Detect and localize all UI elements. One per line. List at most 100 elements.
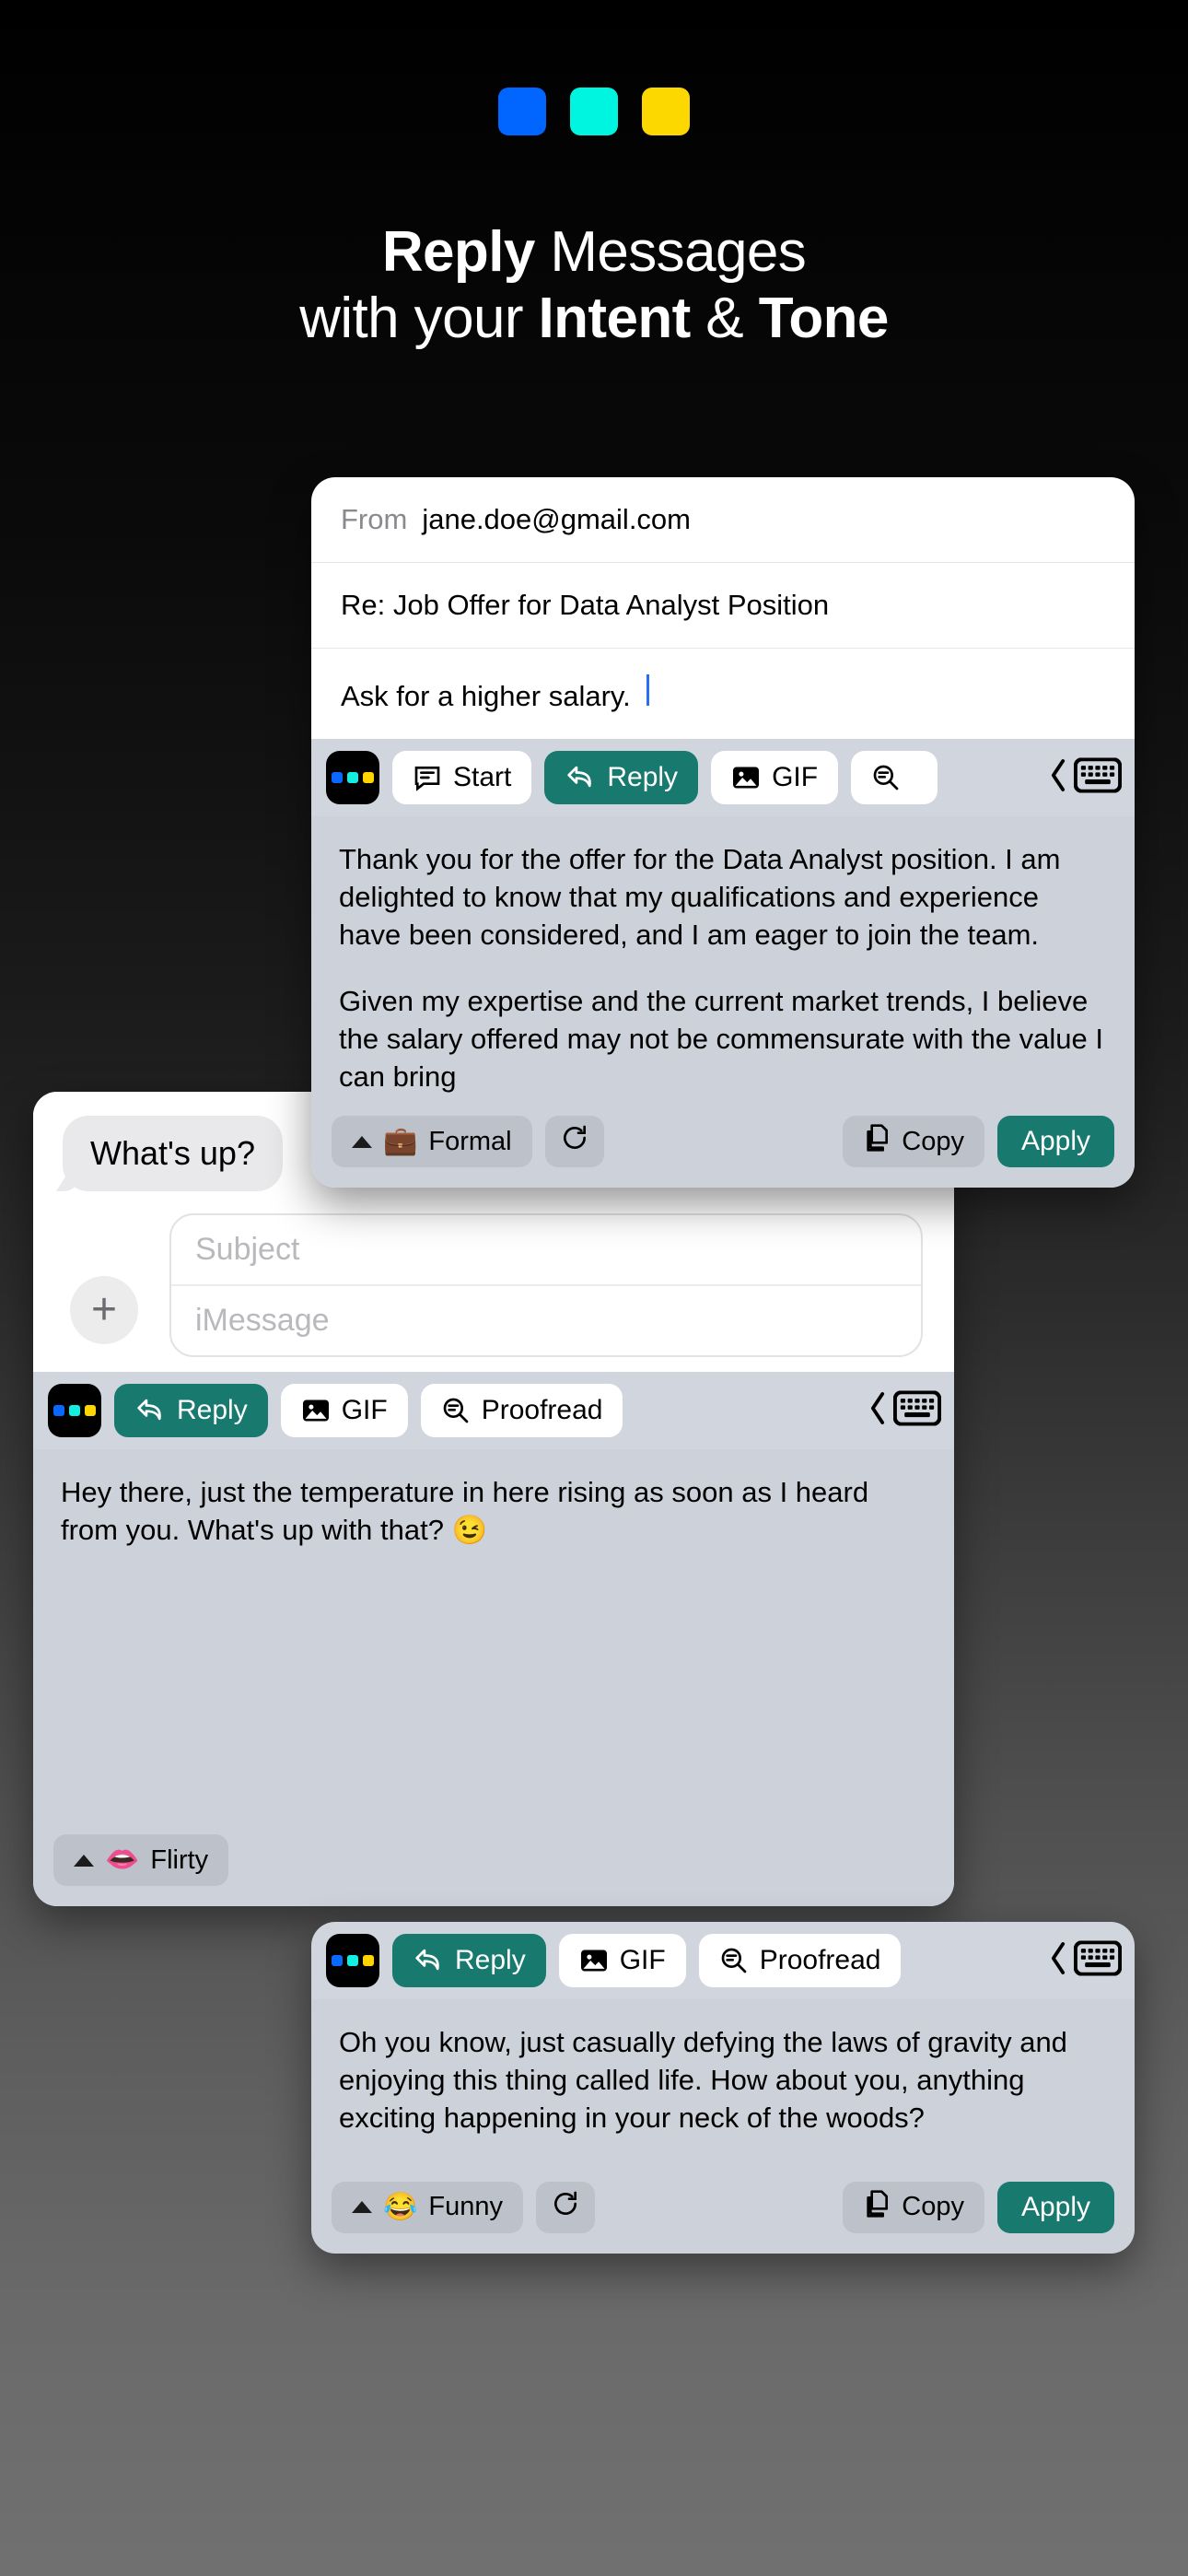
tone-label: Flirty: [150, 1844, 209, 1875]
copy-icon: [863, 2189, 891, 2226]
gif-button-label: GIF: [619, 1945, 666, 1975]
suggestion-action-bar: 💼 Formal Copy Apply: [311, 1103, 1135, 1188]
headline-word-intent: Intent: [538, 286, 692, 350]
reply-arrow-icon: [413, 1947, 444, 1974]
keyboard-icon[interactable]: [1073, 1940, 1123, 1981]
app-badge-icon[interactable]: [326, 1934, 379, 1987]
email-subject-row[interactable]: Re: Job Offer for Data Analyst Position: [311, 563, 1135, 649]
magnifier-text-icon: [441, 1396, 471, 1425]
page-title: Reply Messages with your Intent & Tone: [0, 219, 1188, 352]
chevron-up-icon: [74, 1854, 94, 1867]
reply-button-label: Reply: [455, 1945, 526, 1975]
suggestion-text-container: Hey there, just the temperature in here …: [33, 1449, 954, 1821]
imessage-composer[interactable]: Subject iMessage: [169, 1213, 923, 1357]
tone-emoji-icon: 👄: [105, 1844, 140, 1875]
app-logo: [0, 88, 1188, 135]
image-icon: [731, 765, 761, 790]
reply-button[interactable]: Reply: [114, 1384, 268, 1437]
attachment-add-button[interactable]: +: [70, 1276, 138, 1344]
tone-label: Formal: [428, 1126, 512, 1156]
app-badge-icon[interactable]: [326, 751, 379, 804]
reply-button[interactable]: Reply: [392, 1934, 546, 1987]
gif-button[interactable]: GIF: [558, 1934, 686, 1987]
magnifier-text-icon: [871, 763, 901, 792]
proofread-button[interactable]: [851, 751, 938, 804]
tone-selector-button[interactable]: 👄 Flirty: [53, 1834, 229, 1886]
proofread-button[interactable]: Proofread: [420, 1384, 623, 1437]
from-value: jane.doe@gmail.com: [422, 503, 691, 535]
chevron-left-icon[interactable]: [1048, 758, 1068, 798]
funny-suggestion-card: Reply GIF Proofread Oh you know, just ca…: [311, 1922, 1135, 2254]
gif-button-label: GIF: [772, 762, 819, 792]
suggestion-paragraph: Oh you know, just casually defying the l…: [339, 2026, 1067, 2135]
tone-emoji-icon: 😂: [383, 2191, 418, 2222]
chevron-up-icon: [352, 1135, 372, 1148]
start-button[interactable]: Start: [392, 751, 532, 804]
headline-line-1: Reply Messages: [0, 219, 1188, 286]
reply-button-label: Reply: [607, 762, 679, 792]
gif-button[interactable]: GIF: [280, 1384, 408, 1437]
keyboard-icon[interactable]: [892, 1390, 942, 1431]
keyboard-toggle-group[interactable]: [868, 1390, 942, 1431]
apply-button[interactable]: Apply: [996, 1116, 1114, 1168]
headline-word-messages: Messages: [534, 220, 807, 284]
subject-input[interactable]: Subject: [171, 1215, 921, 1284]
keyboard-toggle-group[interactable]: [1048, 1940, 1123, 1981]
start-button-label: Start: [453, 762, 512, 792]
headline-word-tone: Tone: [758, 286, 890, 350]
chevron-left-icon[interactable]: [868, 1391, 888, 1431]
subject-value: Re: Job Offer for Data Analyst Position: [341, 589, 830, 621]
suggestion-paragraph-1: Thank you for the offer for the Data Ana…: [339, 843, 1061, 952]
logo-tile-cyan-icon: [570, 88, 618, 135]
proofread-button-label: Proofread: [759, 1945, 881, 1975]
chevron-up-icon: [352, 2201, 372, 2214]
tone-selector-button[interactable]: 😂 Funny: [332, 2181, 523, 2233]
from-label: From: [341, 503, 408, 535]
suggestion-text-container: Oh you know, just casually defying the l…: [311, 1999, 1135, 2169]
tone-label: Funny: [428, 2192, 503, 2222]
headline-line-2: with your Intent & Tone: [0, 286, 1188, 352]
apply-button[interactable]: Apply: [996, 2181, 1114, 2233]
keyboard-accessory-toolbar: Start Reply GIF: [311, 739, 1135, 816]
text-caret: [646, 674, 649, 706]
proofread-button[interactable]: Proofread: [698, 1934, 902, 1987]
keyboard-icon[interactable]: [1073, 757, 1123, 798]
tone-selector-button[interactable]: 💼 Formal: [332, 1116, 532, 1168]
regenerate-button[interactable]: [535, 2181, 595, 2233]
copy-button-label: Copy: [902, 2192, 964, 2222]
keyboard-accessory-toolbar: Reply GIF Proofread: [33, 1372, 954, 1449]
refresh-icon: [560, 1123, 589, 1160]
image-icon: [301, 1398, 331, 1423]
headline-word-withyour: with your: [299, 286, 539, 350]
gif-button[interactable]: GIF: [711, 751, 839, 804]
keyboard-toggle-group[interactable]: [1048, 757, 1123, 798]
gif-button-label: GIF: [341, 1395, 388, 1425]
imessage-preview-card: What's up? + Subject iMessage Reply GIF …: [33, 1092, 954, 1906]
reply-button-label: Reply: [177, 1395, 248, 1425]
suggestion-paragraph: Hey there, just the temperature in here …: [61, 1476, 869, 1547]
suggestion-action-bar: 👄 Flirty: [33, 1821, 954, 1906]
proofread-button-label: Proofread: [481, 1395, 603, 1425]
copy-button[interactable]: Copy: [843, 1116, 984, 1168]
app-badge-icon[interactable]: [48, 1384, 101, 1437]
email-from-row[interactable]: From jane.doe@gmail.com: [311, 477, 1135, 563]
refresh-icon: [551, 2189, 580, 2226]
chat-bubble-lines-icon: [413, 763, 442, 792]
logo-tile-yellow-icon: [642, 88, 690, 135]
email-prompt-row[interactable]: Ask for a higher salary.: [311, 649, 1135, 739]
tone-emoji-icon: 💼: [383, 1126, 418, 1157]
prompt-value: Ask for a higher salary.: [341, 680, 631, 712]
logo-tile-blue-icon: [498, 88, 546, 135]
chevron-left-icon[interactable]: [1048, 1941, 1068, 1981]
regenerate-button[interactable]: [544, 1116, 604, 1168]
keyboard-accessory-toolbar: Reply GIF Proofread: [311, 1922, 1135, 1999]
reply-button[interactable]: Reply: [544, 751, 699, 804]
message-input[interactable]: iMessage: [171, 1284, 921, 1355]
copy-button-label: Copy: [902, 1126, 964, 1156]
suggestion-text-container: Thank you for the offer for the Data Ana…: [311, 816, 1135, 1104]
reply-arrow-icon: [134, 1397, 166, 1424]
magnifier-text-icon: [719, 1946, 749, 1975]
email-compose-card: From jane.doe@gmail.com Re: Job Offer fo…: [311, 477, 1135, 1188]
headline-word-reply: Reply: [381, 220, 535, 284]
copy-button[interactable]: Copy: [843, 2181, 984, 2233]
